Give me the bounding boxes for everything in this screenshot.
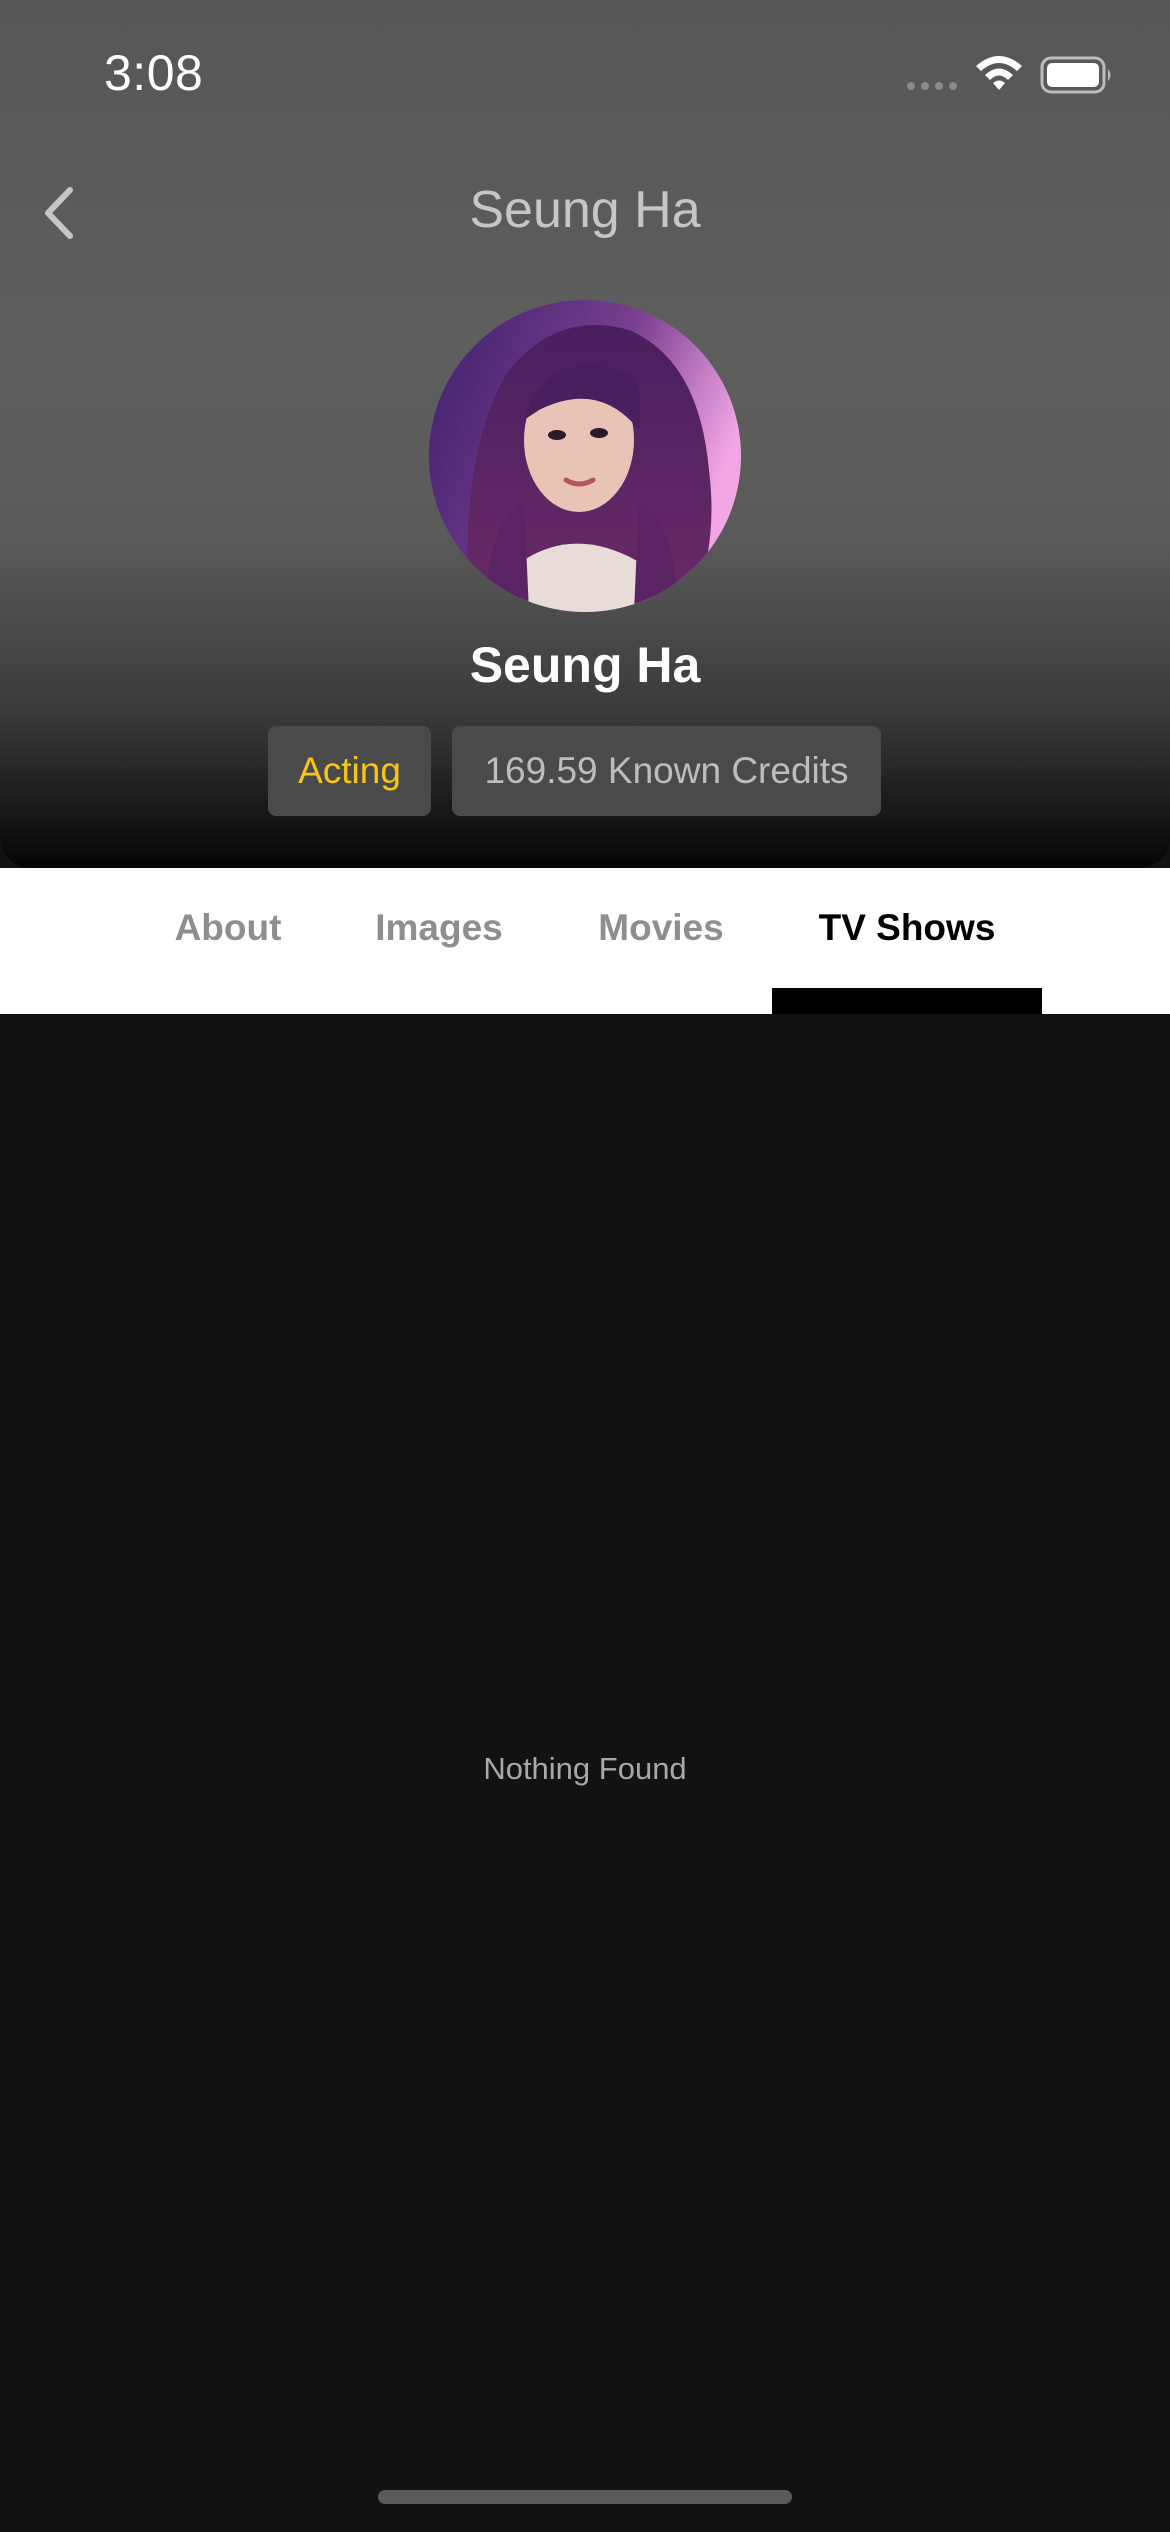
tab-images[interactable]: Images [353, 868, 525, 988]
empty-state-message: Nothing Found [483, 1751, 687, 1786]
avatar [429, 300, 741, 612]
tab-movies[interactable]: Movies [574, 868, 748, 988]
department-chip[interactable]: Acting [268, 726, 431, 816]
chevron-left-icon [45, 187, 73, 239]
tab-tv-shows[interactable]: TV Shows [772, 868, 1042, 988]
back-button[interactable] [28, 178, 88, 248]
wifi-icon [976, 56, 1022, 90]
active-tab-indicator [772, 988, 1042, 1014]
home-indicator[interactable] [378, 2490, 792, 2504]
person-name: Seung Ha [469, 637, 701, 693]
tv-shows-content[interactable]: Nothing Found [0, 1014, 1170, 2532]
known-credits-chip: 169.59 Known Credits [452, 726, 881, 816]
tab-about[interactable]: About [150, 868, 306, 988]
nav-title: Seung Ha [469, 181, 701, 239]
status-time: 3:08 [104, 45, 204, 101]
status-bar: 3:08 [0, 0, 1170, 150]
battery-icon [1040, 56, 1111, 94]
profile-header: 3:08 Seung Ha Seung Ha Acting 169.59 Kno… [0, 0, 1170, 868]
signal-dots-icon [907, 82, 957, 90]
tab-bar: About Images Movies TV Shows [0, 868, 1170, 1014]
